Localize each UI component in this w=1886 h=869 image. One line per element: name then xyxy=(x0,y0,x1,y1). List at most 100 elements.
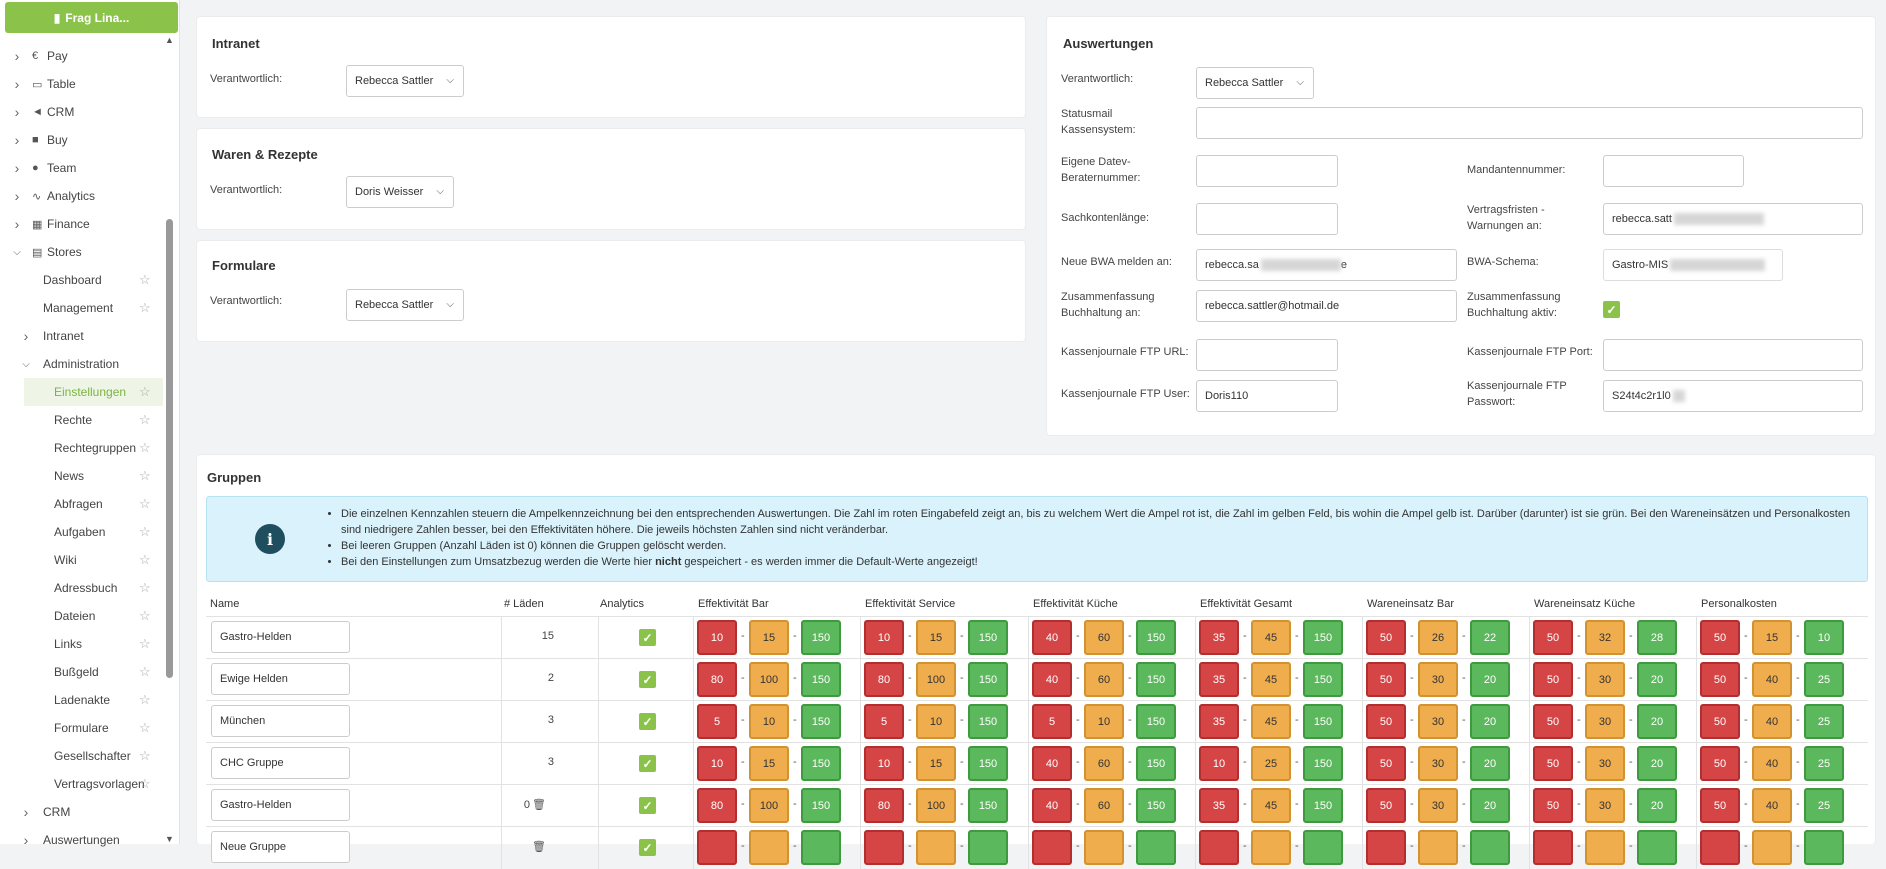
threshold-yellow-input[interactable]: 45 xyxy=(1251,620,1291,655)
group-name-input[interactable]: CHC Gruppe xyxy=(211,747,350,779)
sidebar-item[interactable]: News ☆ xyxy=(24,462,163,490)
threshold-red-input[interactable]: 80 xyxy=(697,788,737,823)
threshold-red-input[interactable]: 10 xyxy=(864,746,904,781)
sidebar-item[interactable]: Bußgeld ☆ xyxy=(24,658,163,686)
threshold-yellow-input[interactable]: 40 xyxy=(1752,662,1792,697)
statusmail-input[interactable] xyxy=(1196,107,1863,139)
sidebar-item[interactable]: Rechtegruppen ☆ xyxy=(24,434,163,462)
group-name-input[interactable]: Gastro-Helden xyxy=(211,789,350,821)
analytics-checkbox[interactable]: ✓ xyxy=(639,839,656,856)
threshold-red-input[interactable]: 50 xyxy=(1533,662,1573,697)
favorite-star-icon[interactable]: ☆ xyxy=(139,384,151,400)
sidebar-item[interactable]: Rechte ☆ xyxy=(24,406,163,434)
sidebar-item[interactable]: ⌵ ▤ Stores xyxy=(0,238,163,266)
threshold-red-input[interactable]: 50 xyxy=(1366,746,1406,781)
ask-lina-button[interactable]: ▮ Frag Lina... xyxy=(5,2,178,33)
scroll-thumb[interactable] xyxy=(166,219,173,678)
threshold-red-input[interactable]: 10 xyxy=(697,746,737,781)
favorite-star-icon[interactable]: ☆ xyxy=(139,412,151,428)
group-name-input[interactable]: Gastro-Helden xyxy=(211,621,350,653)
threshold-red-input[interactable]: 40 xyxy=(1032,620,1072,655)
ftp-url-input[interactable] xyxy=(1196,339,1338,371)
analytics-checkbox[interactable]: ✓ xyxy=(639,671,656,688)
threshold-yellow-input[interactable] xyxy=(1251,830,1291,865)
ftp-user-input[interactable]: Doris110 xyxy=(1196,380,1338,412)
sidebar-item[interactable]: › ● Team xyxy=(0,154,163,182)
trash-icon[interactable]: 🗑 xyxy=(532,799,546,811)
chevron-down-icon[interactable]: ⌵ xyxy=(21,359,31,370)
threshold-red-input[interactable]: 40 xyxy=(1032,788,1072,823)
analytics-checkbox[interactable]: ✓ xyxy=(639,797,656,814)
threshold-yellow-input[interactable]: 45 xyxy=(1251,788,1291,823)
sidebar-item[interactable]: Management ☆ xyxy=(0,294,163,322)
chevron-right-icon[interactable]: › xyxy=(12,48,22,64)
threshold-yellow-input[interactable]: 10 xyxy=(1084,704,1124,739)
sidebar-item[interactable]: › ■ Buy xyxy=(0,126,163,154)
threshold-red-input[interactable] xyxy=(1533,830,1573,865)
threshold-yellow-input[interactable]: 30 xyxy=(1418,746,1458,781)
favorite-star-icon[interactable]: ☆ xyxy=(139,300,151,316)
sidebar-item[interactable]: Formulare ☆ xyxy=(24,714,163,742)
threshold-yellow-input[interactable]: 100 xyxy=(916,662,956,697)
threshold-red-input[interactable]: 10 xyxy=(697,620,737,655)
threshold-yellow-input[interactable]: 10 xyxy=(749,704,789,739)
chevron-right-icon[interactable]: › xyxy=(12,188,22,204)
scroll-down-icon[interactable]: ▼ xyxy=(165,834,174,844)
threshold-red-input[interactable]: 5 xyxy=(1032,704,1072,739)
threshold-yellow-input[interactable]: 26 xyxy=(1418,620,1458,655)
favorite-star-icon[interactable]: ☆ xyxy=(139,552,151,568)
threshold-red-input[interactable]: 50 xyxy=(1700,704,1740,739)
threshold-yellow-input[interactable]: 30 xyxy=(1418,788,1458,823)
threshold-red-input[interactable]: 50 xyxy=(1700,746,1740,781)
favorite-star-icon[interactable]: ☆ xyxy=(139,748,151,764)
threshold-yellow-input[interactable] xyxy=(1418,830,1458,865)
threshold-red-input[interactable]: 50 xyxy=(1700,620,1740,655)
sidebar-item[interactable]: Gesellschafter ☆ xyxy=(24,742,163,770)
favorite-star-icon[interactable]: ☆ xyxy=(139,664,151,680)
sidebar-item[interactable]: › ▦ Finance xyxy=(0,210,163,238)
threshold-yellow-input[interactable]: 100 xyxy=(749,662,789,697)
threshold-yellow-input[interactable]: 40 xyxy=(1752,788,1792,823)
threshold-red-input[interactable]: 5 xyxy=(864,704,904,739)
chevron-right-icon[interactable]: › xyxy=(12,104,22,120)
sidebar-item[interactable]: Dateien ☆ xyxy=(24,602,163,630)
threshold-red-input[interactable]: 50 xyxy=(1366,788,1406,823)
favorite-star-icon[interactable]: ☆ xyxy=(139,776,151,792)
sidebar-item[interactable]: Links ☆ xyxy=(24,630,163,658)
favorite-star-icon[interactable]: ☆ xyxy=(139,692,151,708)
analytics-checkbox[interactable]: ✓ xyxy=(639,713,656,730)
threshold-yellow-input[interactable] xyxy=(1585,830,1625,865)
datev-input[interactable] xyxy=(1196,155,1338,187)
threshold-red-input[interactable]: 50 xyxy=(1533,746,1573,781)
threshold-yellow-input[interactable]: 60 xyxy=(1084,620,1124,655)
threshold-yellow-input[interactable]: 100 xyxy=(749,788,789,823)
ftp-port-input[interactable] xyxy=(1603,339,1863,371)
threshold-yellow-input[interactable]: 30 xyxy=(1585,662,1625,697)
favorite-star-icon[interactable]: ☆ xyxy=(139,608,151,624)
analytics-checkbox[interactable]: ✓ xyxy=(639,755,656,772)
sidebar-item[interactable]: › Auswertungen xyxy=(0,826,163,854)
sidebar-item[interactable]: Vertragsvorlagen ☆ xyxy=(24,770,163,798)
threshold-yellow-input[interactable]: 30 xyxy=(1418,662,1458,697)
sidebar-item[interactable]: Wiki ☆ xyxy=(24,546,163,574)
sidebar-item[interactable]: Ladenakte ☆ xyxy=(24,686,163,714)
threshold-yellow-input[interactable]: 60 xyxy=(1084,746,1124,781)
sidebar-item[interactable]: › ∿ Analytics xyxy=(0,182,163,210)
threshold-yellow-input[interactable]: 100 xyxy=(916,788,956,823)
sidebar-item[interactable]: › ◄ CRM xyxy=(0,98,163,126)
threshold-yellow-input[interactable] xyxy=(916,830,956,865)
threshold-red-input[interactable]: 80 xyxy=(864,788,904,823)
threshold-red-input[interactable]: 35 xyxy=(1199,704,1239,739)
threshold-red-input[interactable]: 40 xyxy=(1032,746,1072,781)
threshold-yellow-input[interactable]: 15 xyxy=(916,620,956,655)
chevron-right-icon[interactable]: › xyxy=(12,76,22,92)
threshold-yellow-input[interactable]: 40 xyxy=(1752,704,1792,739)
threshold-red-input[interactable]: 50 xyxy=(1366,704,1406,739)
threshold-yellow-input[interactable] xyxy=(1084,830,1124,865)
sidebar-item[interactable]: Dashboard ☆ xyxy=(0,266,163,294)
vertragsfristen-input[interactable]: rebecca.satt xyxy=(1603,203,1863,235)
threshold-red-input[interactable] xyxy=(697,830,737,865)
scroll-up-icon[interactable]: ▲ xyxy=(165,35,174,45)
sidebar-item[interactable]: ⌵ Administration xyxy=(0,350,163,378)
threshold-red-input[interactable]: 10 xyxy=(864,620,904,655)
